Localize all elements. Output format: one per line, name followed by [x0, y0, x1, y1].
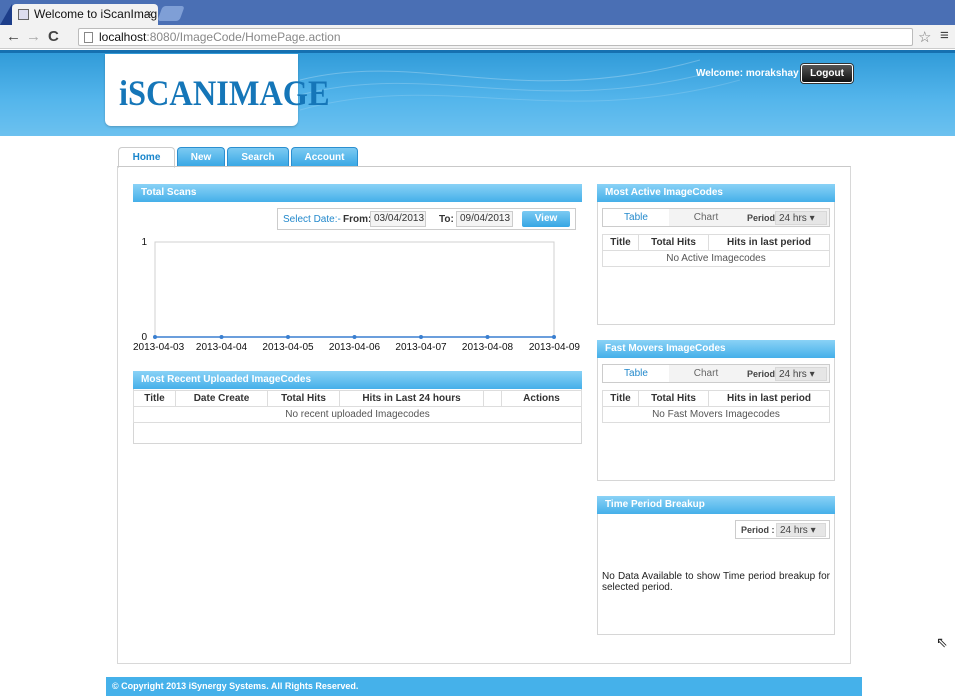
x-tick-label: 2013-04-03: [133, 342, 185, 353]
browser-tab-title: Welcome to iScanImag: [34, 7, 158, 21]
col-hits-last-period: Hits in last period: [708, 390, 830, 407]
time-period-period-value: 24 hrs: [780, 525, 808, 536]
most-active-table: Title Total Hits Hits in last period No …: [602, 234, 830, 267]
time-period-panel: Time Period Breakup: [597, 496, 835, 635]
col-hits-last-period: Hits in last period: [708, 234, 830, 251]
fast-movers-subtabs: Table Chart Period 24 hrs ▾: [602, 364, 830, 383]
chart-plot-area: [154, 241, 555, 338]
favicon-icon: [18, 9, 29, 20]
x-tick-label: 2013-04-06: [329, 342, 381, 353]
view-button[interactable]: View: [522, 211, 570, 227]
x-tick-label: 2013-04-05: [262, 342, 314, 353]
total-scans-chart: 012013-04-03 2013-04-04 2013-04-05 2013-04-…: [133, 237, 581, 353]
col-title: Title: [602, 390, 639, 407]
col-hits-24h: Hits in Last 24 hours: [339, 390, 484, 407]
most-active-period-label: Period: [747, 213, 776, 223]
fast-movers-period-value: 24 hrs: [779, 369, 807, 380]
data-point[interactable]: [419, 335, 423, 339]
from-date-input[interactable]: 03/04/2013: [370, 211, 426, 227]
data-point[interactable]: [485, 335, 490, 339]
most-active-subtabs: Table Chart Period 24 hrs ▾: [602, 208, 830, 227]
address-bar[interactable]: localhost:8080/ImageCode/HomePage.action: [78, 28, 913, 46]
most-active-tab-chart[interactable]: Chart: [673, 209, 739, 226]
col-total-hits: Total Hits: [638, 390, 709, 407]
footer: © Copyright 2013 iSynergy Systems. All R…: [106, 677, 862, 696]
header-topline: [0, 50, 955, 53]
col-actions: Actions: [501, 390, 582, 407]
fast-movers-title: Fast Movers ImageCodes: [597, 340, 835, 358]
fast-movers-period-label: Period: [747, 369, 776, 379]
time-period-message: No Data Available to show Time period br…: [602, 571, 830, 593]
logo[interactable]: iSCANIMAGE: [105, 54, 330, 126]
total-scans-title: Total Scans: [133, 184, 582, 202]
forward-icon[interactable]: →: [26, 28, 41, 45]
recent-empty-message: No recent uploaded Imagecodes: [133, 406, 582, 423]
data-point[interactable]: [552, 335, 556, 339]
url-path: :8080/ImageCode/HomePage.action: [146, 30, 341, 44]
x-tick-label: 2013-04-09: [529, 342, 581, 353]
y-tick-label: 1: [141, 237, 147, 248]
tab-home[interactable]: Home: [118, 147, 175, 168]
fast-movers-table: Title Total Hits Hits in last period No …: [602, 390, 830, 423]
welcome-text: Welcome: morakshay: [696, 68, 799, 79]
most-active-empty-message: No Active Imagecodes: [602, 250, 830, 267]
logo-text: iSCANIMAGE: [119, 73, 330, 113]
table-row: No recent uploaded Imagecodes: [133, 406, 582, 423]
bookmark-star-icon[interactable]: ☆: [918, 28, 931, 46]
tab-account[interactable]: Account: [291, 147, 358, 167]
time-period-period-select[interactable]: 24 hrs ▾: [776, 523, 826, 537]
fast-movers-tab-table[interactable]: Table: [603, 365, 669, 382]
browser-toolbar: ← → C localhost:8080/ImageCode/HomePage.…: [0, 25, 955, 49]
tab-new[interactable]: New: [177, 147, 225, 167]
chevron-down-icon: ▾: [809, 369, 815, 380]
mouse-pointer-icon: ⇖: [936, 634, 948, 650]
chevron-down-icon: ▾: [810, 525, 816, 536]
time-period-period-bar: Period : 24 hrs ▾: [735, 520, 830, 539]
tab-search[interactable]: Search: [227, 147, 289, 167]
recent-table: Title Date Create Total Hits Hits in Las…: [133, 390, 582, 423]
browser-tab[interactable]: Welcome to iScanImag ×: [12, 4, 158, 25]
x-tick-label: 2013-04-04: [196, 342, 248, 353]
chevron-down-icon: ▾: [809, 213, 815, 224]
reload-icon[interactable]: C: [48, 28, 59, 45]
fast-movers-period-select[interactable]: 24 hrs ▾: [775, 367, 827, 381]
data-point[interactable]: [219, 335, 224, 339]
time-period-title: Time Period Breakup: [597, 496, 835, 514]
logout-button[interactable]: Logout: [801, 64, 853, 83]
most-active-period-select[interactable]: 24 hrs ▾: [775, 211, 827, 225]
from-label: From:: [343, 214, 372, 225]
data-point[interactable]: [352, 335, 357, 339]
col-date-create: Date Create: [175, 390, 268, 407]
data-point[interactable]: [286, 335, 290, 339]
recent-panel-title: Most Recent Uploaded ImageCodes: [133, 371, 582, 389]
to-date-input[interactable]: 09/04/2013: [456, 211, 513, 227]
fast-movers-table-header: Title Total Hits Hits in last period: [602, 390, 830, 407]
most-active-table-header: Title Total Hits Hits in last period: [602, 234, 830, 251]
fast-movers-tab-chart[interactable]: Chart: [673, 365, 739, 382]
close-tab-icon[interactable]: ×: [146, 4, 152, 25]
table-row: No Active Imagecodes: [602, 250, 830, 267]
url-host: localhost: [99, 30, 147, 44]
back-icon[interactable]: ←: [6, 28, 21, 45]
most-active-title: Most Active ImageCodes: [597, 184, 835, 202]
date-filter-bar: Select Date:- From: 03/04/2013 To: 09/04…: [277, 208, 576, 230]
col-title: Title: [602, 234, 639, 251]
most-active-tab-table[interactable]: Table: [603, 209, 669, 226]
col-blank: [483, 390, 502, 407]
page-icon: [84, 32, 93, 43]
col-title: Title: [133, 390, 176, 407]
data-point[interactable]: [153, 335, 157, 339]
table-row: No Fast Movers Imagecodes: [602, 406, 830, 423]
recent-table-header: Title Date Create Total Hits Hits in Las…: [133, 390, 582, 407]
col-total-hits: Total Hits: [638, 234, 709, 251]
col-total-hits: Total Hits: [267, 390, 340, 407]
to-label: To:: [439, 214, 454, 225]
select-date-label: Select Date:-: [283, 214, 341, 225]
time-period-period-label: Period :: [741, 525, 775, 535]
fast-movers-empty-message: No Fast Movers Imagecodes: [602, 406, 830, 423]
x-tick-label: 2013-04-07: [395, 342, 447, 353]
browser-menu-icon[interactable]: ≡: [940, 27, 949, 44]
most-active-period-value: 24 hrs: [779, 213, 807, 224]
x-tick-label: 2013-04-08: [462, 342, 514, 353]
